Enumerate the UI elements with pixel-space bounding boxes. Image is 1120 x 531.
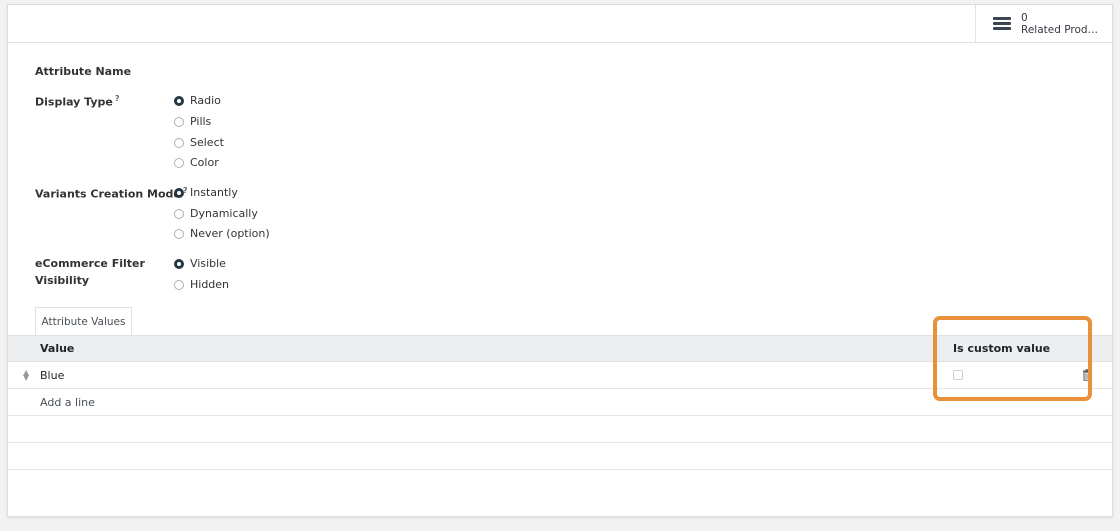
radio-display-select[interactable]: Select xyxy=(174,136,224,149)
related-products-count: 0 xyxy=(1021,11,1028,24)
table-row[interactable]: ▲ ▼ Blue xyxy=(8,362,1112,389)
radio-unchecked-icon xyxy=(174,279,184,290)
related-products-button[interactable]: 0 Related Produ... xyxy=(975,5,1112,42)
is-custom-value-cell[interactable] xyxy=(953,362,963,388)
ecommerce-filter-label: eCommerce Filter xyxy=(35,257,145,270)
trash-icon[interactable] xyxy=(1082,369,1092,381)
drag-handle-icon[interactable]: ▲ ▼ xyxy=(23,369,31,382)
radio-filter-visible[interactable]: Visible xyxy=(174,257,226,270)
column-header-value[interactable]: Value xyxy=(40,336,74,361)
radio-variants-never[interactable]: Never (option) xyxy=(174,227,270,240)
radio-unchecked-icon xyxy=(174,208,184,219)
variants-creation-mode-label: Variants Creation Mode? xyxy=(35,186,188,201)
attribute-name-label: Attribute Name xyxy=(35,65,132,78)
table-header: Value Is custom value xyxy=(8,335,1112,362)
form-sheet: 0 Related Produ... Attribute Name Displa… xyxy=(7,4,1113,517)
list-icon xyxy=(993,15,1011,32)
empty-row xyxy=(8,416,1112,443)
radio-display-color[interactable]: Color xyxy=(174,156,219,169)
empty-row xyxy=(8,443,1112,470)
button-box: 0 Related Produ... xyxy=(8,5,1112,43)
display-type-label: Display Type? xyxy=(35,94,120,109)
radio-unchecked-icon xyxy=(174,157,184,168)
help-icon[interactable]: ? xyxy=(115,94,120,103)
radio-variants-instantly[interactable]: Instantly xyxy=(174,186,238,199)
is-custom-value-checkbox[interactable] xyxy=(953,370,963,380)
add-line-link[interactable]: Add a line xyxy=(40,389,95,415)
column-header-is-custom-value[interactable]: Is custom value xyxy=(953,336,1050,361)
radio-variants-dynamically[interactable]: Dynamically xyxy=(174,207,258,220)
radio-unchecked-icon xyxy=(174,116,184,127)
radio-checked-icon xyxy=(174,95,184,106)
radio-unchecked-icon xyxy=(174,228,184,239)
radio-checked-icon xyxy=(174,187,184,198)
add-line-row: Add a line xyxy=(8,389,1112,416)
radio-filter-hidden[interactable]: Hidden xyxy=(174,278,229,291)
radio-unchecked-icon xyxy=(174,137,184,148)
radio-display-radio[interactable]: Radio xyxy=(174,94,221,107)
radio-display-pills[interactable]: Pills xyxy=(174,115,211,128)
value-cell[interactable]: Blue xyxy=(40,362,64,388)
related-products-label: Related Produ... xyxy=(1021,23,1101,36)
radio-checked-icon xyxy=(174,258,184,269)
tab-attribute-values[interactable]: Attribute Values xyxy=(35,307,132,335)
ecommerce-filter-label-line2: Visibility xyxy=(35,274,90,287)
